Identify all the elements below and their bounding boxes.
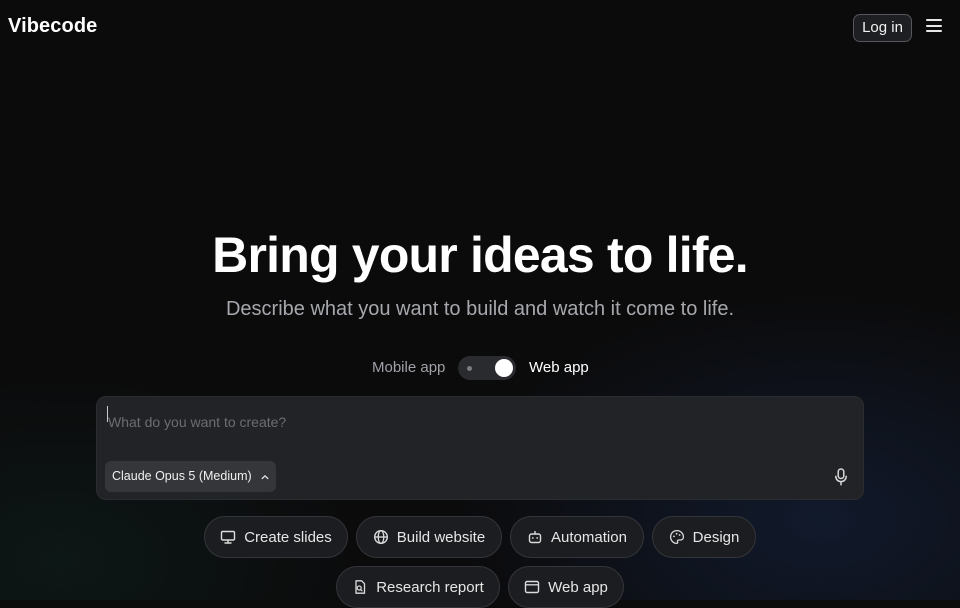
chip-label: Design [692, 528, 740, 546]
mode-toggle-row: Mobile app Web app [0, 356, 960, 380]
chip-label: Create slides [244, 528, 332, 546]
login-button[interactable]: Log in [853, 14, 912, 42]
prompt-input[interactable] [97, 397, 863, 447]
chevron-up-icon [261, 474, 269, 479]
web-app-label[interactable]: Web app [529, 359, 589, 376]
browser-window-icon [524, 580, 540, 594]
text-caret [107, 406, 108, 422]
presentation-icon [221, 530, 236, 544]
robot-icon [528, 531, 542, 544]
chip-automation[interactable]: Automation [510, 516, 644, 558]
chip-create-slides[interactable]: Create slides [204, 516, 348, 558]
chip-research-report[interactable]: Research report [336, 566, 500, 608]
prompt-box: Claude Opus 5 (Medium) [96, 396, 864, 500]
toggle-off-dot [467, 366, 472, 371]
hero-title: Bring your ideas to life. [212, 227, 748, 283]
chip-label: Build website [396, 528, 486, 546]
chip-label: Web app [548, 578, 608, 596]
chip-label: Research report [376, 578, 484, 596]
chip-design[interactable]: Design [652, 516, 756, 558]
chip-web-app[interactable]: Web app [508, 566, 624, 608]
brand-logo[interactable]: Vibecode [8, 15, 97, 38]
palette-icon [669, 529, 684, 545]
top-header: Vibecode Log in [0, 0, 960, 56]
chip-build-website[interactable]: Build website [356, 516, 502, 558]
hamburger-menu-icon[interactable] [926, 19, 942, 37]
toggle-knob [495, 359, 513, 377]
microphone-icon[interactable] [834, 468, 848, 486]
globe-icon [373, 529, 388, 545]
model-selector[interactable]: Claude Opus 5 (Medium) [105, 461, 276, 492]
model-selector-label: Claude Opus 5 (Medium) [112, 469, 252, 483]
document-search-icon [355, 580, 366, 594]
hero-subtitle: Describe what you want to build and watc… [225, 298, 735, 320]
mobile-app-label[interactable]: Mobile app [372, 359, 445, 376]
chip-label: Automation [551, 528, 627, 546]
app-type-toggle[interactable] [458, 356, 516, 380]
